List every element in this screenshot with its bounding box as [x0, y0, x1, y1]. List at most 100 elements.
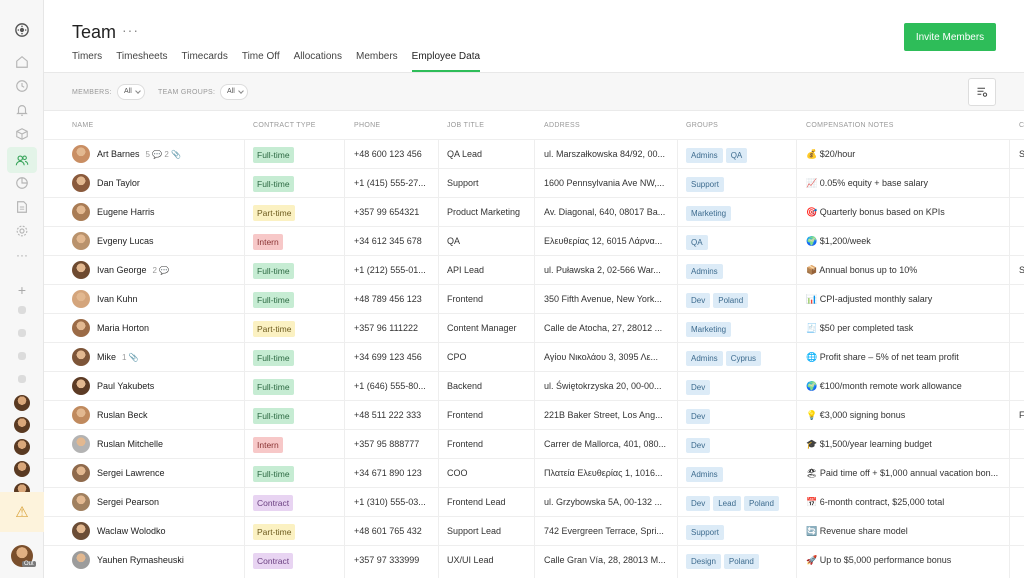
address-cell: 742 Evergreen Terrace, Spri...: [544, 526, 664, 536]
member-name[interactable]: Evgeny Lucas: [97, 227, 154, 256]
logo-icon[interactable]: [12, 20, 32, 40]
table-row[interactable]: Eugene Harris Part-time +357 99 654321 Prod…: [44, 197, 1024, 226]
member-name[interactable]: Mike 1 📎: [97, 343, 139, 372]
avatar[interactable]: [14, 439, 30, 455]
member-name[interactable]: Art Barnes 5 💬 2 📎: [97, 140, 181, 169]
table-row[interactable]: Mike 1 📎 Full-time +34 699 123 456 CPO Αγίου …: [44, 342, 1024, 371]
group-badge[interactable]: QA: [725, 148, 748, 164]
members-filter-select[interactable]: All: [117, 84, 145, 100]
member-name[interactable]: Dan Taylor: [97, 169, 140, 198]
member-name[interactable]: Maria Horton: [97, 314, 149, 343]
contract-type-badge: Intern: [253, 437, 283, 453]
bell-icon[interactable]: [12, 100, 32, 120]
group-badge[interactable]: Dev: [686, 496, 711, 512]
workspace-dot[interactable]: [18, 352, 26, 360]
group-badge[interactable]: Cyprus: [725, 351, 762, 367]
box-icon[interactable]: [12, 124, 32, 144]
groups-cell: Marketing: [686, 315, 734, 344]
tab-timesheets[interactable]: Timesheets: [109, 50, 174, 72]
table-row[interactable]: Yauhen Rymasheuski Contract +357 97 333999…: [44, 545, 1024, 574]
title-more-icon[interactable]: ···: [122, 22, 139, 38]
tab-employee-data[interactable]: Employee Data: [405, 50, 487, 72]
table-row[interactable]: Paul Yakubets Full-time +1 (646) 555-80...…: [44, 371, 1024, 400]
table-row[interactable]: Sergei Lawrence Full-time +34 671 890 123 C…: [44, 458, 1024, 487]
group-badge[interactable]: Support: [686, 525, 725, 541]
column-header-more[interactable]: C: [1019, 122, 1024, 129]
home-icon[interactable]: [12, 52, 32, 72]
member-name-text: Mike: [97, 352, 117, 362]
group-badge[interactable]: QA: [686, 235, 708, 251]
avatar[interactable]: [14, 417, 30, 433]
group-badge[interactable]: Admins: [686, 264, 723, 280]
table-row[interactable]: Maria Horton Part-time +357 96 111222 Conte…: [44, 313, 1024, 342]
avatar: [72, 261, 90, 279]
contract-type-badge: Part-time: [253, 205, 296, 221]
group-badge[interactable]: Dev: [686, 409, 711, 425]
clock-icon[interactable]: [12, 76, 32, 96]
group-badge[interactable]: Marketing: [686, 322, 732, 338]
more-icon[interactable]: ···: [12, 245, 32, 265]
member-name[interactable]: Sergei Lawrence: [97, 459, 165, 488]
group-badge[interactable]: Dev: [686, 293, 711, 309]
tab-timecards[interactable]: Timecards: [175, 50, 235, 72]
team-groups-filter-select[interactable]: All: [220, 84, 248, 100]
member-name[interactable]: Paul Yakubets: [97, 372, 154, 401]
address-cell: ul. Grzybowska 5A, 00-132 ...: [544, 497, 663, 507]
column-header-compensation-notes[interactable]: COMPENSATION NOTES: [806, 122, 894, 129]
avatar[interactable]: [14, 461, 30, 477]
avatar[interactable]: [14, 395, 30, 411]
invite-members-button[interactable]: Invite Members: [904, 23, 996, 51]
group-badge[interactable]: Poland: [713, 293, 749, 309]
member-name[interactable]: Ruslan Beck: [97, 401, 148, 430]
workspace-dot[interactable]: [18, 329, 26, 337]
table-row[interactable]: Evgeny Lucas Intern +34 612 345 678 QA Ελευθ…: [44, 226, 1024, 255]
column-header-name[interactable]: NAME: [72, 122, 93, 129]
document-icon[interactable]: [12, 197, 32, 217]
address-cell: ul. Świętokrzyska 20, 00-00...: [544, 381, 662, 391]
group-badge[interactable]: Poland: [744, 496, 779, 512]
table-row[interactable]: Ruslan Mitchelle Intern +357 95 888777 Fron…: [44, 429, 1024, 458]
member-name[interactable]: Ruslan Mitchelle: [97, 430, 163, 459]
team-icon[interactable]: [12, 150, 32, 170]
group-badge[interactable]: Support: [686, 177, 725, 193]
group-badge[interactable]: Dev: [686, 380, 711, 396]
table-row[interactable]: Art Barnes 5 💬 2 📎 Full-time +48 600 123 45…: [44, 139, 1024, 168]
workspace-dot[interactable]: [18, 306, 26, 314]
compensation-notes-cell: 🌐 Profit share – 5% of net team profit: [806, 352, 959, 362]
tab-allocations[interactable]: Allocations: [287, 50, 349, 72]
warning-icon[interactable]: ⚠: [0, 492, 44, 532]
table-row[interactable]: Ivan George 2 💬 Full-time +1 (212) 555-01..…: [44, 255, 1024, 284]
table-row[interactable]: Waclaw Wolodko Part-time +48 601 765 432 Su…: [44, 516, 1024, 545]
pie-chart-icon[interactable]: [12, 173, 32, 193]
group-badge[interactable]: Admins: [686, 351, 723, 367]
table-row[interactable]: Ivan Kuhn Full-time +48 789 456 123 Fronten…: [44, 284, 1024, 313]
table-row[interactable]: Sergei Pearson Contract +1 (310) 555-03...…: [44, 487, 1024, 516]
group-badge[interactable]: Design: [686, 554, 721, 570]
workspace-dot[interactable]: [18, 375, 26, 383]
table-row[interactable]: Ruslan Beck Full-time +48 511 222 333 Front…: [44, 400, 1024, 429]
table-row[interactable]: Dan Taylor Full-time +1 (415) 555-27... Sup…: [44, 168, 1024, 197]
member-name[interactable]: Ivan George 2 💬: [97, 256, 169, 285]
add-icon[interactable]: +: [12, 280, 32, 300]
group-badge[interactable]: Lead: [713, 496, 742, 512]
tab-timers[interactable]: Timers: [72, 50, 109, 72]
member-name[interactable]: Eugene Harris: [97, 198, 155, 227]
tab-members[interactable]: Members: [349, 50, 405, 72]
column-header-job-title[interactable]: JOB TITLE: [447, 122, 484, 129]
column-header-groups[interactable]: GROUPS: [686, 122, 718, 129]
member-name[interactable]: Ivan Kuhn: [97, 285, 138, 314]
group-badge[interactable]: Admins: [686, 148, 723, 164]
member-name[interactable]: Sergei Pearson: [97, 488, 159, 517]
column-header-address[interactable]: ADDRESS: [544, 122, 580, 129]
gear-icon[interactable]: [12, 221, 32, 241]
member-name[interactable]: Yauhen Rymasheuski: [97, 546, 184, 575]
group-badge[interactable]: Admins: [686, 467, 723, 483]
column-header-phone[interactable]: PHONE: [354, 122, 380, 129]
group-badge[interactable]: Marketing: [686, 206, 732, 222]
member-name[interactable]: Waclaw Wolodko: [97, 517, 166, 546]
column-settings-button[interactable]: [968, 78, 996, 106]
group-badge[interactable]: Dev: [686, 438, 711, 454]
column-header-contract-type[interactable]: CONTRACT TYPE: [253, 122, 316, 129]
group-badge[interactable]: Poland: [723, 554, 759, 570]
tab-time-off[interactable]: Time Off: [235, 50, 287, 72]
